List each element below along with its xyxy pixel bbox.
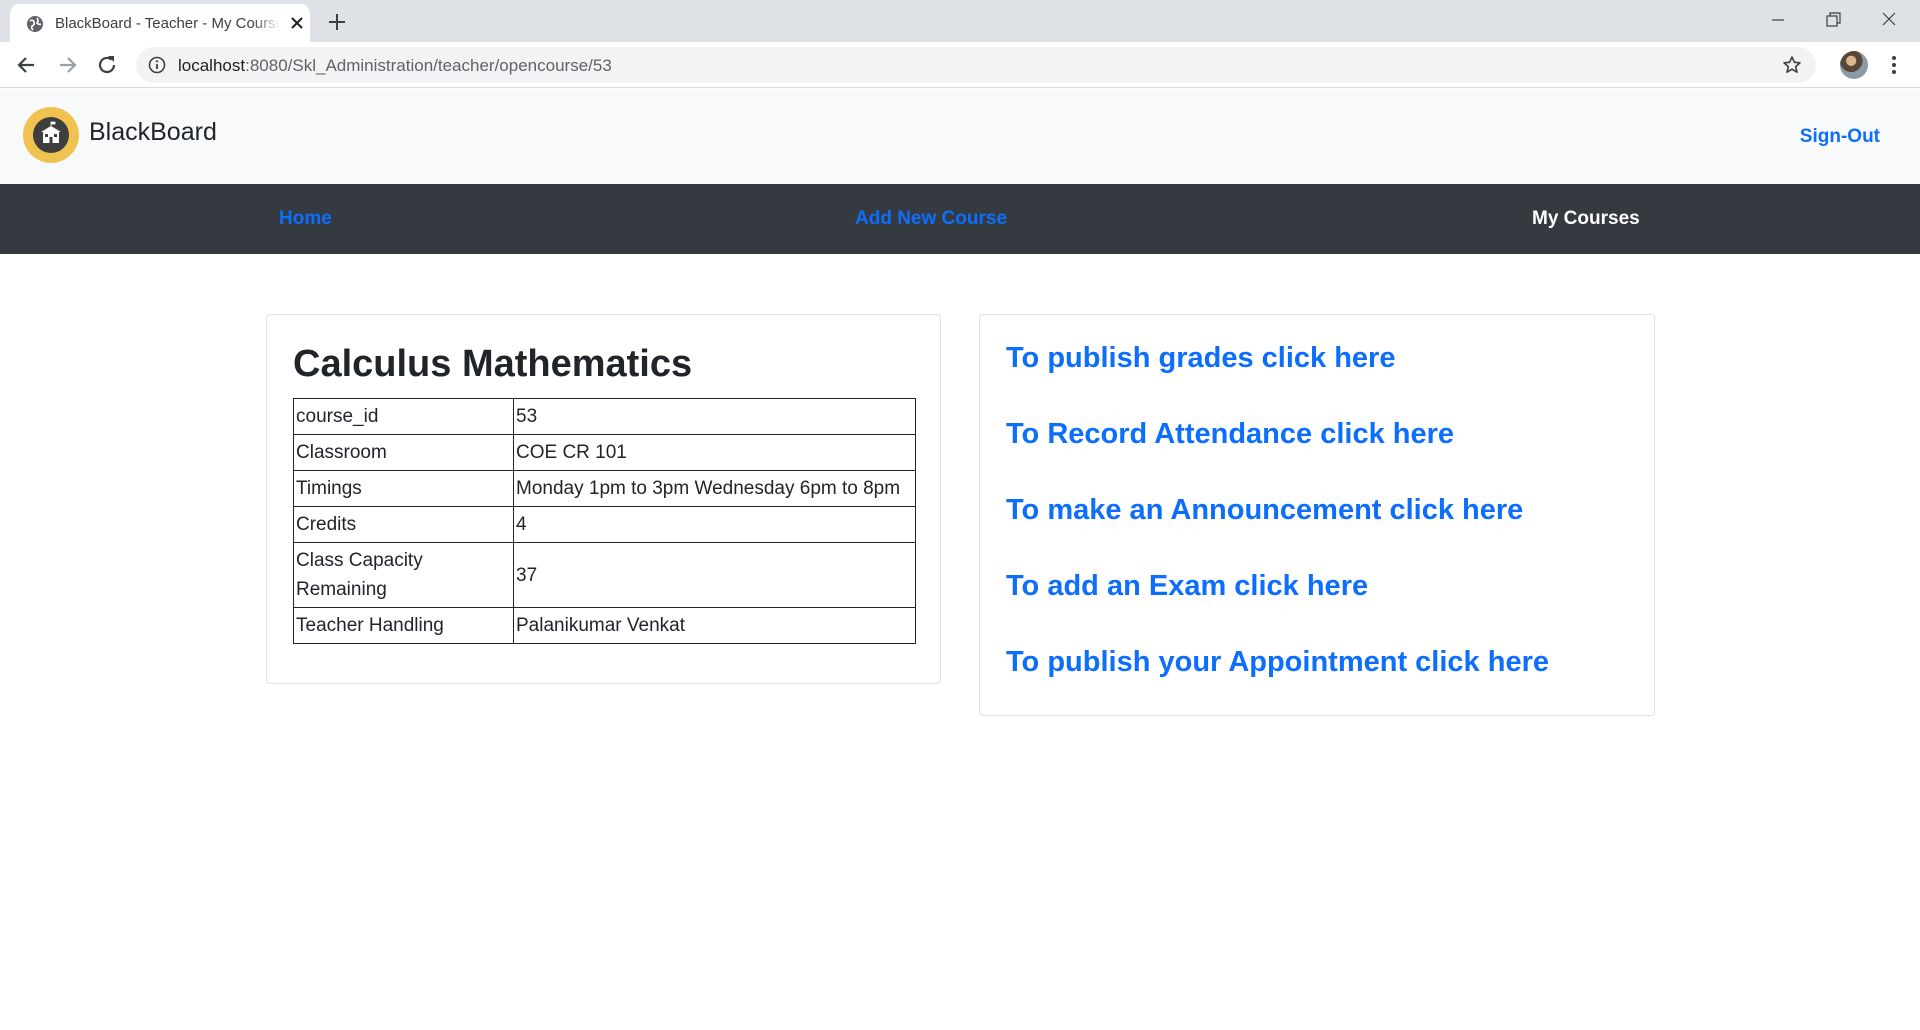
minimize-icon: [1772, 19, 1784, 21]
brand-name: BlackBoard: [89, 118, 217, 146]
detail-key: Credits: [293, 506, 514, 543]
tab-title: BlackBoard - Teacher - My Courses: [55, 15, 280, 32]
main-navigation: Home Add New Course My Courses: [0, 184, 1920, 254]
course-details-table: course_id 53 Classroom COE CR 101 Timing…: [293, 398, 916, 644]
url-text[interactable]: localhost:8080/Skl_Administration/teache…: [178, 56, 612, 76]
detail-key: course_id: [293, 398, 514, 435]
detail-value: COE CR 101: [513, 434, 916, 471]
globe-icon: [27, 16, 43, 32]
detail-key: Teacher Handling: [293, 607, 514, 644]
sign-out-link[interactable]: Sign-Out: [1800, 126, 1880, 148]
detail-key: Class Capacity Remaining: [293, 542, 514, 608]
table-row: Timings Monday 1pm to 3pm Wednesday 6pm …: [293, 470, 916, 507]
close-icon: [1882, 12, 1896, 26]
table-row: Teacher Handling Palanikumar Venkat: [293, 607, 916, 644]
record-attendance-link[interactable]: To Record Attendance click here: [1006, 418, 1454, 451]
restore-icon: [1826, 12, 1841, 27]
course-title: Calculus Mathematics: [293, 343, 693, 385]
info-icon[interactable]: [148, 56, 166, 74]
table-row: Class Capacity Remaining 37: [293, 542, 916, 608]
add-exam-link[interactable]: To add an Exam click here: [1006, 570, 1368, 603]
address-bar[interactable]: localhost:8080/Skl_Administration/teache…: [136, 47, 1816, 83]
nav-my-courses-link[interactable]: My Courses: [1532, 208, 1640, 230]
make-announcement-link[interactable]: To make an Announcement click here: [1006, 494, 1523, 527]
reload-icon[interactable]: [94, 52, 120, 78]
bookmark-star-icon[interactable]: [1782, 55, 1802, 75]
back-arrow-icon[interactable]: [14, 52, 40, 78]
table-row: Credits 4: [293, 506, 916, 543]
detail-key: Timings: [293, 470, 514, 507]
detail-value: 53: [513, 398, 916, 435]
course-details-card: Calculus Mathematics course_id 53 Classr…: [266, 314, 941, 684]
browser-toolbar: localhost:8080/Skl_Administration/teache…: [0, 42, 1920, 88]
profile-avatar[interactable]: [1840, 51, 1868, 79]
detail-value: 37: [513, 542, 916, 608]
forward-arrow-icon[interactable]: [54, 52, 80, 78]
detail-value: 4: [513, 506, 916, 543]
detail-value: Palanikumar Venkat: [513, 607, 916, 644]
page-content: BlackBoard Sign-Out Home Add New Course …: [0, 89, 1920, 1030]
more-options-icon[interactable]: [1884, 54, 1904, 76]
nav-add-new-course-link[interactable]: Add New Course: [855, 208, 1007, 230]
publish-appointment-link[interactable]: To publish your Appointment click here: [1006, 646, 1549, 679]
new-tab-icon[interactable]: [326, 11, 348, 33]
minimize-button[interactable]: [1756, 6, 1800, 34]
detail-value: Monday 1pm to 3pm Wednesday 6pm to 8pm: [513, 470, 916, 507]
course-actions-card: To publish grades click here To Record A…: [979, 314, 1655, 716]
nav-home-link[interactable]: Home: [279, 208, 332, 230]
detail-key: Classroom: [293, 434, 514, 471]
table-row: course_id 53: [293, 398, 916, 435]
close-tab-icon[interactable]: [289, 15, 305, 31]
browser-tab[interactable]: BlackBoard - Teacher - My Courses: [10, 4, 310, 42]
restore-button[interactable]: [1811, 6, 1855, 34]
close-window-button[interactable]: [1867, 6, 1911, 34]
url-path: :8080/Skl_Administration/teacher/opencou…: [245, 56, 612, 75]
school-building-icon: [41, 121, 61, 143]
table-row: Classroom COE CR 101: [293, 434, 916, 471]
url-host: localhost: [178, 56, 246, 75]
school-logo: [23, 107, 79, 163]
site-header: BlackBoard Sign-Out: [0, 89, 1920, 184]
browser-tab-strip: BlackBoard - Teacher - My Courses: [0, 0, 1920, 42]
publish-grades-link[interactable]: To publish grades click here: [1006, 342, 1395, 375]
